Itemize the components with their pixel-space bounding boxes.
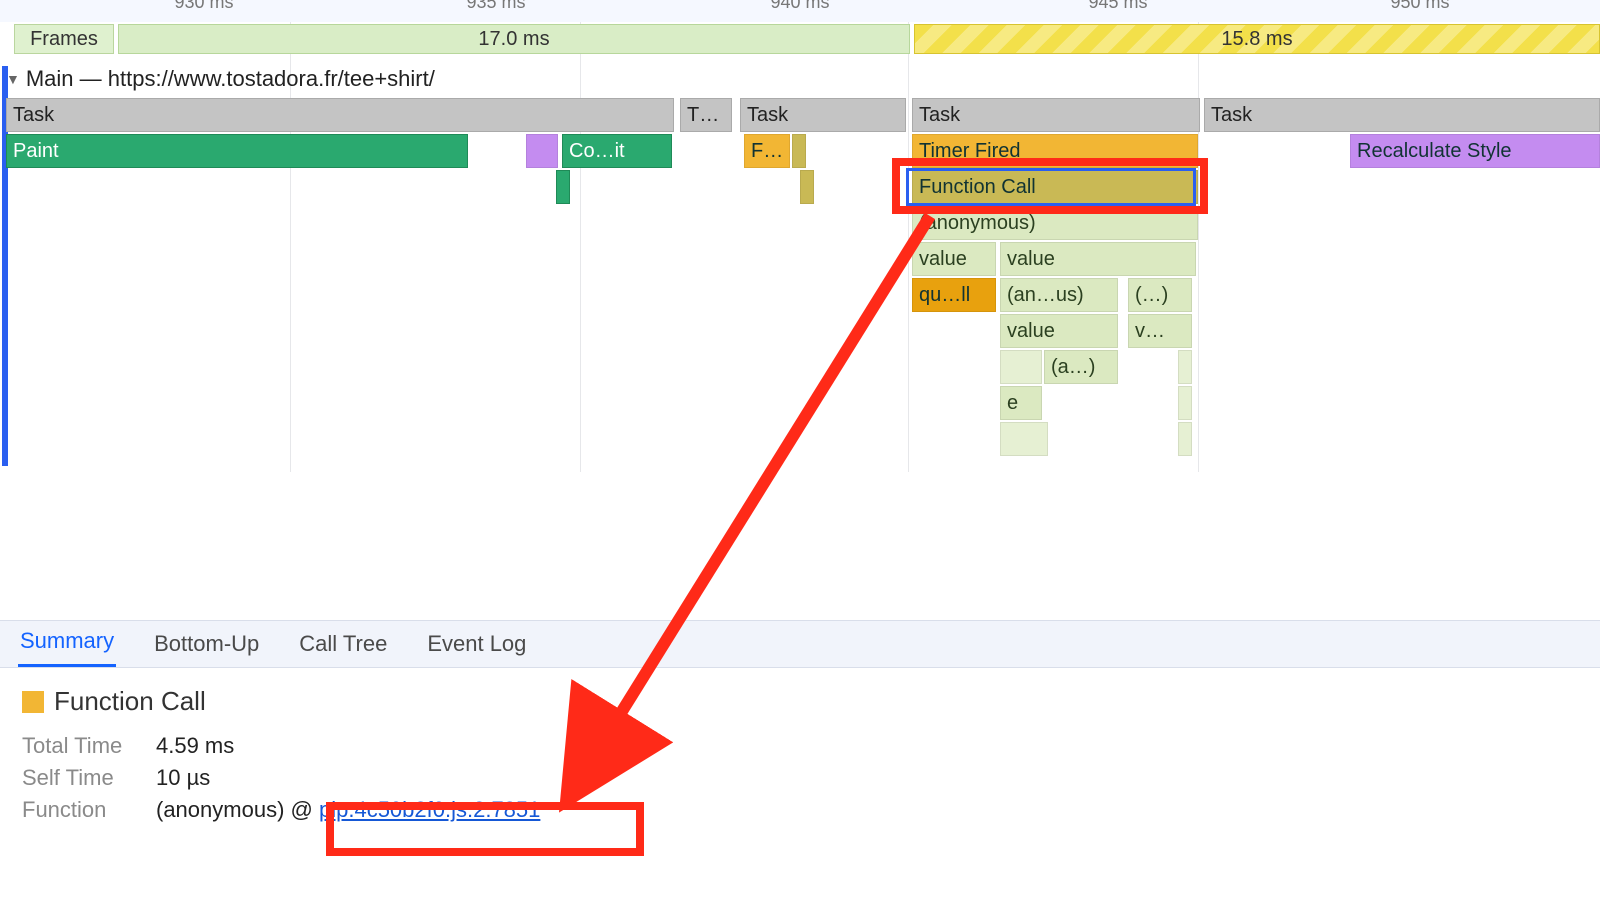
tab-bottom-up[interactable]: Bottom-Up xyxy=(152,621,261,667)
label-function: Function xyxy=(22,797,142,823)
flame-block[interactable] xyxy=(556,170,570,204)
ruler-tick: 945 ms xyxy=(1088,0,1147,13)
flame-function-call[interactable]: Function Call xyxy=(912,170,1198,204)
task-block[interactable]: Task xyxy=(6,98,674,132)
flame-block[interactable] xyxy=(1000,422,1048,456)
flame-value[interactable]: value xyxy=(1000,314,1118,348)
flame-queryselectorall[interactable]: qu…ll xyxy=(912,278,996,312)
label-self-time: Self Time xyxy=(22,765,142,791)
value-self-time: 10 µs xyxy=(156,765,210,791)
flame-anonymous[interactable]: (a…) xyxy=(1044,350,1118,384)
task-block[interactable]: Task xyxy=(740,98,906,132)
flame-value[interactable]: value xyxy=(1000,242,1196,276)
ruler-tick: 935 ms xyxy=(466,0,525,13)
ruler-tick: 940 ms xyxy=(770,0,829,13)
at-symbol: @ xyxy=(291,797,313,822)
flame-commit[interactable]: Co…it xyxy=(562,134,672,168)
details-panel: Summary Bottom-Up Call Tree Event Log Fu… xyxy=(0,620,1600,900)
timeline-ruler: 930 ms 935 ms 940 ms 945 ms 950 ms xyxy=(0,0,1600,22)
flame-block[interactable] xyxy=(800,170,814,204)
ruler-tick: 930 ms xyxy=(174,0,233,13)
flame-anonymous[interactable]: (an…us) xyxy=(1000,278,1118,312)
value-total-time: 4.59 ms xyxy=(156,733,234,759)
task-block[interactable]: Task xyxy=(912,98,1200,132)
disclosure-triangle-icon[interactable]: ▼ xyxy=(6,71,20,87)
frames-label: Frames xyxy=(14,24,114,54)
frame-block-partial[interactable]: 15.8 ms xyxy=(914,24,1600,54)
flame-e[interactable]: e xyxy=(1000,386,1042,420)
tab-call-tree[interactable]: Call Tree xyxy=(297,621,389,667)
frame-block[interactable]: 17.0 ms xyxy=(118,24,910,54)
task-block[interactable]: Task xyxy=(1204,98,1600,132)
flame-anonymous[interactable]: (…) xyxy=(1128,278,1192,312)
flame-anonymous[interactable]: (anonymous) xyxy=(912,206,1198,240)
detail-title: Function Call xyxy=(54,686,206,717)
task-block[interactable]: T… xyxy=(680,98,732,132)
flame-block[interactable] xyxy=(1000,350,1042,384)
flame-block[interactable] xyxy=(1178,386,1192,420)
details-tabs: Summary Bottom-Up Call Tree Event Log xyxy=(0,620,1600,668)
flame-block[interactable] xyxy=(792,134,806,168)
flame-timer-fired[interactable]: Timer Fired xyxy=(912,134,1198,168)
flame-f[interactable]: F… xyxy=(744,134,790,168)
source-link[interactable]: plp.4c50b2f0.js:2:7851 xyxy=(319,797,540,822)
main-thread-title: Main — https://www.tostadora.fr/tee+shir… xyxy=(26,66,435,92)
ruler-tick: 950 ms xyxy=(1390,0,1449,13)
flame-paint[interactable]: Paint xyxy=(6,134,468,168)
value-function-name: (anonymous) xyxy=(156,797,284,822)
flame-block[interactable] xyxy=(1178,422,1192,456)
flame-recalculate-style[interactable]: Recalculate Style xyxy=(1350,134,1600,168)
tab-event-log[interactable]: Event Log xyxy=(425,621,528,667)
task-row: Task T… Task Task Task xyxy=(6,98,1600,132)
frames-track: Frames 17.0 ms 15.8 ms xyxy=(0,22,1600,56)
flame-value[interactable]: v… xyxy=(1128,314,1192,348)
tab-summary[interactable]: Summary xyxy=(18,618,116,667)
color-swatch xyxy=(22,691,44,713)
label-total-time: Total Time xyxy=(22,733,142,759)
main-thread-label[interactable]: ▼ Main — https://www.tostadora.fr/tee+sh… xyxy=(6,66,435,92)
flame-block[interactable] xyxy=(1178,350,1192,384)
flame-value[interactable]: value xyxy=(912,242,996,276)
flame-block[interactable] xyxy=(526,134,558,168)
